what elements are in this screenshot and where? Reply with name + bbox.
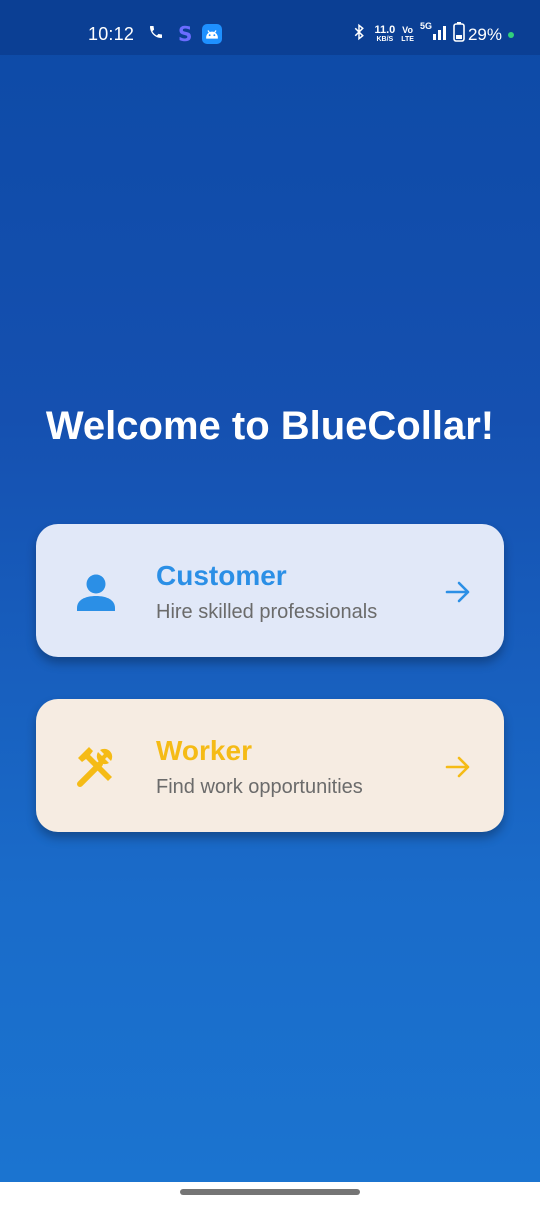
worker-role-card[interactable]: Worker Find work opportunities — [36, 699, 504, 832]
phone-icon — [148, 24, 164, 45]
app-screen: 10:12 S 11.0 KB/S Vo LTE 5G 29% Welcome … — [0, 0, 540, 1182]
volte-bottom: LTE — [401, 35, 414, 43]
net-speed-value: 11.0 — [374, 23, 396, 36]
welcome-title: Welcome to BlueCollar! — [45, 404, 495, 448]
arrow-right-icon — [444, 578, 472, 606]
person-icon — [72, 567, 120, 615]
status-left: 10:12 S — [88, 22, 223, 46]
battery-percentage: 29% — [467, 24, 502, 44]
bluetooth-icon — [350, 23, 368, 46]
customer-subtitle: Hire skilled professionals — [156, 601, 378, 623]
android-app-icon — [202, 24, 223, 44]
customer-role-card[interactable]: Customer Hire skilled professionals — [36, 524, 504, 657]
volte-top: Vo — [402, 24, 414, 35]
home-gesture-handle[interactable] — [180, 1189, 360, 1195]
status-time: 10:12 — [88, 23, 135, 44]
privacy-dot-icon — [508, 31, 514, 38]
navigation-bar — [0, 1182, 540, 1206]
worker-subtitle: Find work opportunities — [156, 776, 363, 798]
arrow-right-icon — [444, 753, 472, 781]
status-bar: 10:12 S 11.0 KB/S Vo LTE 5G 29% — [0, 0, 540, 55]
app-s-icon: S — [178, 22, 193, 46]
worker-title: Worker — [156, 735, 252, 766]
status-right: 11.0 KB/S Vo LTE 5G 29% — [350, 22, 514, 47]
tools-icon — [72, 742, 120, 790]
network-type: 5G — [419, 21, 432, 31]
net-speed-unit: KB/S — [376, 35, 394, 43]
customer-title: Customer — [156, 560, 287, 591]
volte-indicator: Vo LTE — [401, 24, 414, 44]
signal-icon — [432, 24, 447, 45]
battery-icon — [453, 22, 465, 47]
net-speed: 11.0 KB/S — [374, 23, 396, 44]
